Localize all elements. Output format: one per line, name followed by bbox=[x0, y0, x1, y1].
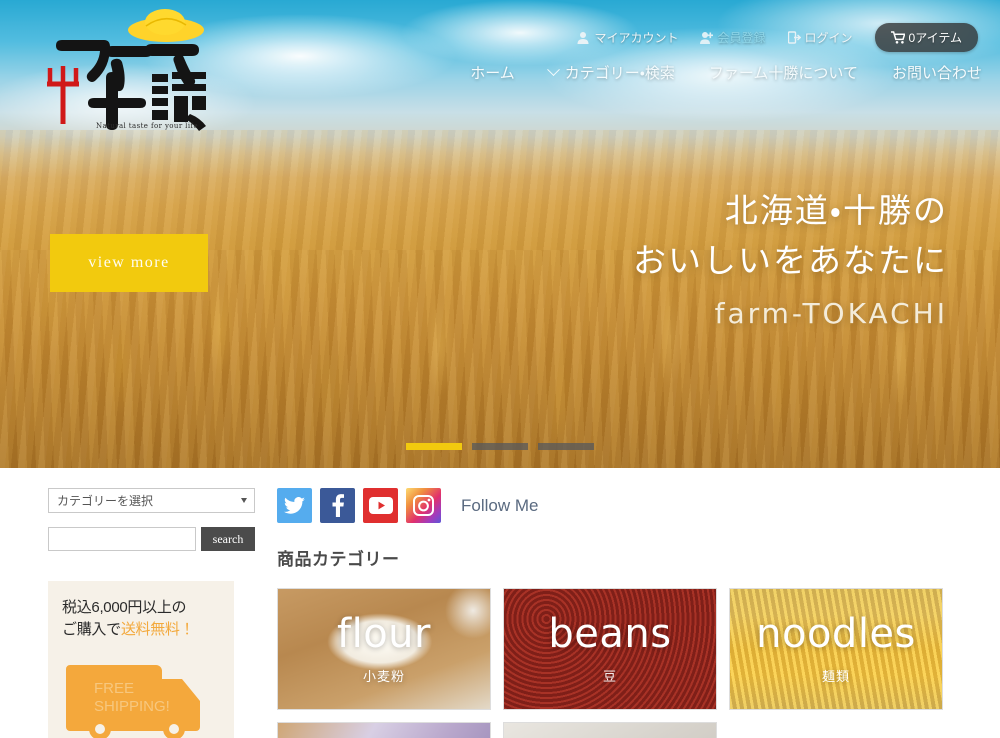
view-more-button[interactable]: view more bbox=[50, 234, 208, 292]
chevron-down-icon bbox=[241, 498, 247, 503]
logo-mark: Natural taste for your life bbox=[47, 9, 206, 131]
top-utility-bar: マイアカウント 会員登録 ログイン 0アイテム bbox=[577, 23, 978, 52]
card-title-en: noodles bbox=[756, 610, 916, 657]
truck-text-free: FREE bbox=[94, 680, 134, 697]
nav-item-contact[interactable]: お問い合わせ bbox=[892, 62, 982, 83]
main-content: Follow Me 商品カテゴリー flour 小麦粉 beans 豆 nood… bbox=[277, 488, 957, 738]
youtube-icon[interactable] bbox=[363, 488, 398, 523]
follow-me-label: Follow Me bbox=[461, 495, 539, 515]
register-link[interactable]: 会員登録 bbox=[700, 29, 766, 46]
category-select[interactable]: カテゴリーを選択 bbox=[48, 488, 255, 513]
page-body: カテゴリーを選択 search 税込6,000円以上の ご購入で送料無料！ FR… bbox=[0, 468, 1000, 738]
main-navigation: ホーム カテゴリー・検索 ファーム十勝について お問い合わせ bbox=[470, 62, 982, 83]
login-link[interactable]: ログイン bbox=[787, 29, 853, 46]
pitchfork-icon bbox=[47, 66, 79, 124]
sidebar: カテゴリーを選択 search 税込6,000円以上の ご購入で送料無料！ FR… bbox=[48, 488, 255, 738]
search-row: search bbox=[48, 527, 255, 551]
card-label: beans 豆 bbox=[504, 589, 716, 709]
card-title-ja: 麺類 bbox=[821, 668, 850, 684]
shipping-line2-prefix: ご購入で bbox=[62, 620, 121, 638]
card-label: flour 小麦粉 bbox=[278, 589, 490, 709]
straw-hat-icon bbox=[128, 9, 204, 42]
category-card-noodles[interactable]: noodles 麺類 bbox=[729, 588, 943, 710]
card-title-en: beans bbox=[548, 610, 672, 657]
card-label: noodles 麺類 bbox=[730, 589, 942, 709]
category-card-grid: flour 小麦粉 beans 豆 noodles 麺類 bbox=[277, 588, 957, 738]
category-card-row2-2[interactable] bbox=[503, 722, 717, 738]
card-title-ja: 小麦粉 bbox=[362, 668, 405, 684]
social-links: Follow Me bbox=[277, 488, 957, 523]
logo-tagline: Natural taste for your life bbox=[96, 122, 198, 130]
cart-button[interactable]: 0アイテム bbox=[874, 23, 978, 52]
hero-section: Natural taste for your life マイアカウント 会員登録… bbox=[0, 0, 1000, 468]
site-logo[interactable]: Natural taste for your life bbox=[34, 6, 214, 132]
instagram-icon[interactable] bbox=[406, 488, 441, 523]
nav-label: お問い合わせ bbox=[891, 65, 982, 82]
search-input[interactable] bbox=[48, 527, 196, 551]
nav-label: ファーム十勝について bbox=[708, 65, 858, 82]
card-image bbox=[278, 723, 490, 738]
shipping-line2: ご購入で送料無料！ bbox=[62, 619, 220, 641]
category-card-row2-1[interactable] bbox=[277, 722, 491, 738]
hero-copy: 北海道・十勝の おいしいをあなたに farm-TOKACHI bbox=[633, 186, 948, 330]
carousel-dot-1[interactable] bbox=[406, 443, 462, 450]
carousel-indicators bbox=[406, 443, 594, 450]
category-card-beans[interactable]: beans 豆 bbox=[503, 588, 717, 710]
hero-brand-name: farm-TOKACHI bbox=[714, 297, 948, 330]
card-title-ja: 豆 bbox=[602, 668, 617, 684]
nav-item-about[interactable]: ファーム十勝について bbox=[709, 62, 858, 83]
register-label: 会員登録 bbox=[717, 31, 766, 45]
my-account-link[interactable]: マイアカウント bbox=[577, 29, 678, 46]
cart-label: 0アイテム bbox=[908, 31, 962, 45]
nav-item-category-search[interactable]: カテゴリー・検索 bbox=[546, 62, 675, 83]
facebook-icon[interactable] bbox=[320, 488, 355, 523]
carousel-dot-2[interactable] bbox=[472, 443, 528, 450]
my-account-label: マイアカウント bbox=[594, 31, 679, 45]
category-card-flour[interactable]: flour 小麦粉 bbox=[277, 588, 491, 710]
section-title-categories: 商品カテゴリー bbox=[277, 550, 400, 569]
shipping-line1: 税込6,000円以上の bbox=[62, 599, 187, 616]
hero-headline-line2: おいしいをあなたに bbox=[633, 241, 948, 279]
chevron-down-icon bbox=[546, 63, 560, 77]
login-icon bbox=[787, 31, 801, 44]
card-title-en: flour bbox=[337, 610, 431, 657]
nav-label: カテゴリー・検索 bbox=[564, 65, 675, 82]
delivery-truck-icon: FREE SHIPPING! bbox=[66, 665, 200, 738]
user-icon bbox=[577, 31, 589, 44]
shipping-highlight: 送料無料！ bbox=[120, 620, 195, 638]
hero-headline-line1: 北海道・十勝の bbox=[724, 192, 948, 229]
carousel-dot-3[interactable] bbox=[538, 443, 594, 450]
search-button[interactable]: search bbox=[201, 527, 255, 551]
nav-label: ホーム bbox=[470, 65, 515, 82]
card-image bbox=[504, 723, 716, 738]
user-plus-icon bbox=[700, 31, 714, 44]
category-select-value: カテゴリーを選択 bbox=[57, 494, 154, 508]
twitter-icon[interactable] bbox=[277, 488, 312, 523]
cart-icon bbox=[890, 31, 906, 44]
login-label: ログイン bbox=[804, 31, 853, 45]
truck-text-shipping: SHIPPING! bbox=[94, 698, 170, 715]
free-shipping-banner: 税込6,000円以上の ご購入で送料無料！ FREE SHIPPING! bbox=[48, 581, 234, 738]
nav-item-home[interactable]: ホーム bbox=[470, 62, 515, 83]
